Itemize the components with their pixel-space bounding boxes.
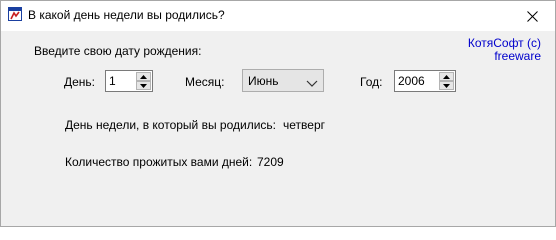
year-value: 2006 <box>398 74 425 88</box>
year-label: Год: <box>360 75 383 89</box>
client-area: Введите свою дату рождения: КотяСофт (c)… <box>1 31 555 226</box>
days-lived-value: 7209 <box>257 155 284 169</box>
close-button[interactable] <box>510 1 555 31</box>
close-icon <box>527 10 538 22</box>
month-label: Месяц: <box>185 75 225 89</box>
freeware-label: freeware <box>494 49 541 63</box>
chevron-down-icon <box>306 80 318 87</box>
triangle-up-icon <box>443 74 450 79</box>
year-spin-down-button[interactable] <box>439 81 454 90</box>
weekday-result-label: День недели, в который вы родились: <box>65 118 276 132</box>
month-select[interactable]: Июнь <box>242 69 324 92</box>
triangle-down-icon <box>140 83 147 88</box>
day-spin-up-button[interactable] <box>136 72 151 81</box>
window-title: В какой день недели вы родились? <box>28 8 225 22</box>
app-icon <box>8 7 22 21</box>
day-value: 1 <box>109 74 116 88</box>
day-spinner[interactable]: 1 <box>105 70 153 92</box>
copyright-block: КотяСофт (c) freeware <box>468 37 541 63</box>
day-spin-down-button[interactable] <box>136 81 151 90</box>
title-bar[interactable]: В какой день недели вы родились? <box>1 1 555 31</box>
triangle-down-icon <box>443 83 450 88</box>
day-label: День: <box>64 75 96 89</box>
app-window: В какой день недели вы родились? Введите… <box>0 0 556 227</box>
year-spinner[interactable]: 2006 <box>394 70 456 92</box>
weekday-result-value: четверг <box>283 118 325 132</box>
days-lived-label: Количество прожитых вами дней: <box>65 155 253 169</box>
triangle-up-icon <box>140 74 147 79</box>
year-spin-up-button[interactable] <box>439 72 454 81</box>
prompt-label: Введите свою дату рождения: <box>34 44 202 58</box>
month-value: Июнь <box>248 74 279 88</box>
